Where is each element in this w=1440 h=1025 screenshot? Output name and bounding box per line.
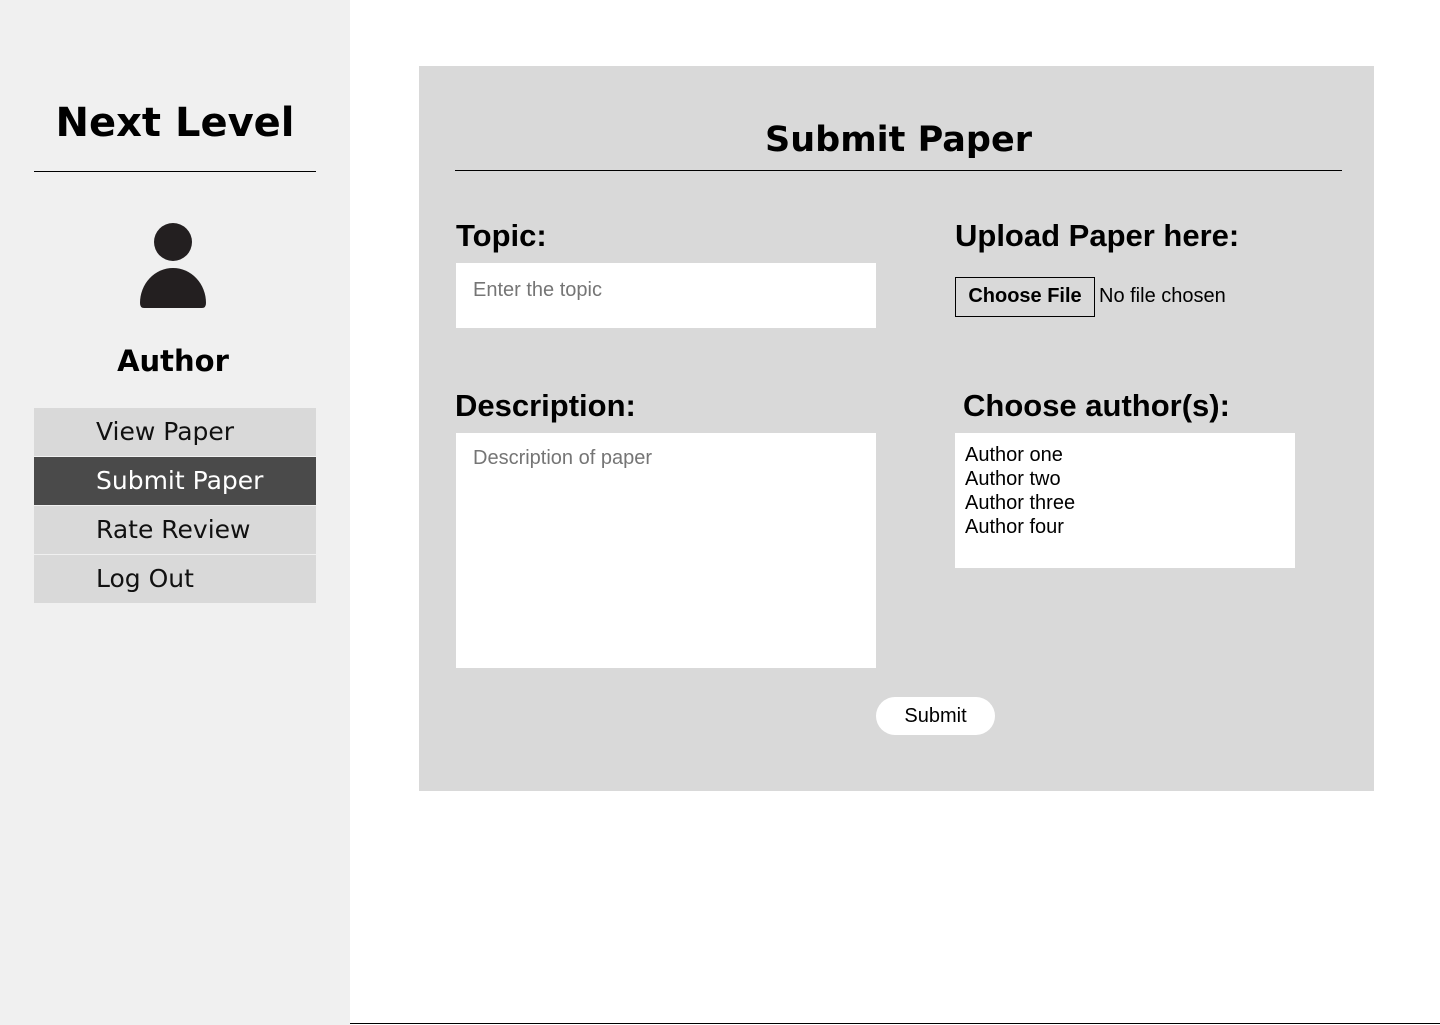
- divider: [455, 170, 1342, 171]
- author-option[interactable]: Author three: [965, 491, 1285, 515]
- brand-title: Next Level: [55, 100, 295, 146]
- author-option[interactable]: Author one: [965, 443, 1285, 467]
- sidebar-nav: View Paper Submit Paper Rate Review Log …: [34, 408, 316, 604]
- sidebar-item-submit-paper[interactable]: Submit Paper: [34, 457, 316, 505]
- sidebar-item-rate-review[interactable]: Rate Review: [34, 506, 316, 554]
- sidebar-item-view-paper[interactable]: View Paper: [34, 408, 316, 456]
- upload-label: Upload Paper here:: [955, 218, 1240, 253]
- divider: [34, 171, 316, 172]
- author-option[interactable]: Author two: [965, 467, 1285, 491]
- user-icon: [140, 223, 206, 308]
- description-input[interactable]: [456, 433, 876, 668]
- topic-label: Topic:: [456, 218, 547, 253]
- user-role: Author: [117, 344, 229, 378]
- choose-file-button[interactable]: Choose File: [955, 277, 1095, 317]
- file-status: No file chosen: [1099, 285, 1226, 307]
- sidebar-item-log-out[interactable]: Log Out: [34, 555, 316, 603]
- author-option[interactable]: Author four: [965, 515, 1285, 539]
- authors-label: Choose author(s):: [963, 388, 1230, 423]
- submit-paper-form: Submit Paper Topic: Upload Paper here: C…: [419, 66, 1374, 791]
- page-title: Submit Paper: [765, 120, 1032, 160]
- description-label: Description:: [455, 388, 636, 423]
- divider: [350, 1023, 1440, 1024]
- authors-select[interactable]: Author one Author two Author three Autho…: [955, 433, 1295, 568]
- topic-input[interactable]: [456, 263, 876, 328]
- submit-button[interactable]: Submit: [876, 697, 995, 735]
- sidebar: Next Level Author View Paper Submit Pape…: [0, 0, 350, 1025]
